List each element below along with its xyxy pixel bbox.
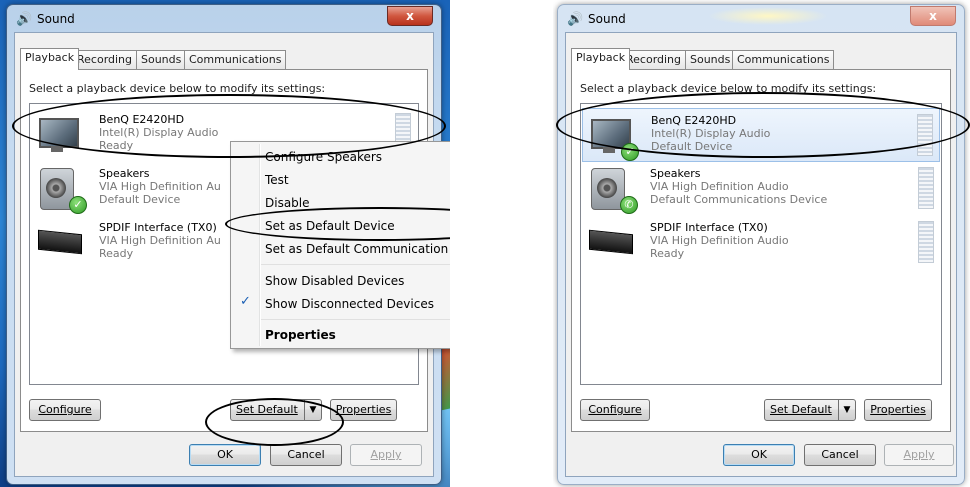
- left-screenshot: 🔊 Sound x Playback Recording Sounds Comm…: [0, 0, 450, 487]
- menu-gutter: [259, 144, 261, 346]
- tab-communications[interactable]: Communications: [732, 50, 835, 69]
- cancel-button[interactable]: Cancel: [270, 444, 342, 466]
- device-name: BenQ E2420HD: [99, 113, 185, 126]
- device-list[interactable]: ✓ BenQ E2420HD Intel(R) Display Audio De…: [580, 103, 942, 385]
- right-screenshot: 🔊 Sound x Playback Recording Sounds Comm…: [553, 0, 970, 487]
- device-status: Default Device: [99, 193, 181, 206]
- set-default-button[interactable]: Set Default ▼: [764, 399, 856, 421]
- device-driver: VIA High Definition Audio: [650, 234, 789, 247]
- default-device-check-icon: ✓: [69, 196, 87, 214]
- communications-phone-icon: ✆: [620, 196, 638, 214]
- apply-label: Apply: [903, 448, 935, 461]
- device-row-benq[interactable]: ✓ BenQ E2420HD Intel(R) Display Audio De…: [582, 108, 940, 162]
- device-driver: Intel(R) Display Audio: [99, 126, 219, 139]
- device-name: SPDIF Interface (TX0): [650, 221, 768, 234]
- device-status: Ready: [650, 247, 685, 260]
- device-driver: VIA High Definition Au: [99, 180, 221, 193]
- checkmark-icon: ✓: [240, 294, 251, 309]
- menu-separator: [261, 264, 450, 265]
- device-driver: VIA High Definition Audio: [650, 180, 789, 193]
- menu-separator: [261, 319, 450, 320]
- device-name: Speakers: [650, 167, 701, 180]
- tab-communications[interactable]: Communications: [184, 50, 287, 69]
- device-name: SPDIF Interface (TX0): [99, 221, 217, 234]
- window-title: Sound: [37, 12, 75, 26]
- dropdown-arrow-icon[interactable]: ▼: [304, 400, 321, 420]
- tab-recording[interactable]: Recording: [72, 50, 138, 69]
- apply-label: Apply: [370, 448, 402, 461]
- menu-item-set-default-device[interactable]: Set as Default Device: [265, 219, 395, 233]
- tab-sounds[interactable]: Sounds: [685, 50, 736, 69]
- dropdown-arrow-icon[interactable]: ▼: [838, 400, 855, 420]
- menu-item-configure-speakers[interactable]: Configure Speakers: [265, 150, 382, 164]
- configure-button[interactable]: Configure: [580, 399, 650, 421]
- monitor-icon: ✓: [588, 113, 639, 161]
- title-bar[interactable]: 🔊 Sound x: [7, 5, 441, 33]
- dialog-client: Playback Recording Sounds Communications…: [565, 32, 957, 477]
- properties-label: Properties: [870, 403, 926, 416]
- window-title: Sound: [588, 12, 626, 26]
- spdif-icon: [587, 220, 633, 264]
- sound-dialog: 🔊 Sound x Playback Recording Sounds Comm…: [557, 4, 965, 485]
- set-default-label: Set Default: [770, 403, 832, 416]
- set-default-label: Set Default: [236, 403, 298, 416]
- device-row-spdif[interactable]: SPDIF Interface (TX0) VIA High Definitio…: [582, 216, 940, 268]
- title-glow: [708, 7, 828, 25]
- menu-item-set-default-communication[interactable]: Set as Default Communication Device: [265, 242, 450, 256]
- speaker-icon: ✓: [36, 166, 87, 214]
- device-status: Default Device: [651, 140, 733, 153]
- device-row-speakers[interactable]: ✆ Speakers VIA High Definition Audio Def…: [582, 162, 940, 214]
- cancel-button[interactable]: Cancel: [804, 444, 876, 466]
- volume-level-meter: [918, 167, 934, 209]
- close-button[interactable]: x: [387, 6, 433, 26]
- properties-button[interactable]: Properties: [330, 399, 397, 421]
- volume-level-meter: [917, 114, 933, 156]
- menu-item-disable[interactable]: Disable: [265, 196, 310, 210]
- configure-button[interactable]: Configure: [29, 399, 101, 421]
- ok-button[interactable]: OK: [189, 444, 261, 466]
- playback-tab-page: Select a playback device below to modify…: [571, 69, 951, 432]
- tab-sounds[interactable]: Sounds: [136, 50, 187, 69]
- instruction-text: Select a playback device below to modify…: [29, 82, 326, 95]
- tab-playback[interactable]: Playback: [571, 48, 631, 70]
- device-context-menu: Configure Speakers Test Disable Set as D…: [230, 141, 450, 349]
- volume-level-meter: [918, 221, 934, 263]
- title-bar[interactable]: 🔊 Sound x: [558, 5, 964, 33]
- monitor-icon: [36, 112, 80, 156]
- properties-button[interactable]: Properties: [864, 399, 932, 421]
- sound-icon: 🔊: [16, 12, 33, 27]
- tab-recording[interactable]: Recording: [621, 50, 687, 69]
- menu-item-show-disabled[interactable]: Show Disabled Devices: [265, 274, 404, 288]
- apply-button[interactable]: Apply: [350, 444, 422, 466]
- device-status: Default Communications Device: [650, 193, 828, 206]
- device-driver: Intel(R) Display Audio: [651, 127, 771, 140]
- configure-label: Configure: [38, 403, 92, 416]
- speaker-icon: ✆: [587, 166, 638, 214]
- apply-button[interactable]: Apply: [884, 444, 954, 466]
- menu-item-test[interactable]: Test: [265, 173, 289, 187]
- set-default-button[interactable]: Set Default ▼: [230, 399, 322, 421]
- sound-icon: 🔊: [567, 12, 584, 27]
- properties-label: Properties: [335, 403, 392, 416]
- device-name: Speakers: [99, 167, 150, 180]
- tab-playback[interactable]: Playback: [20, 48, 80, 70]
- close-button[interactable]: x: [910, 6, 956, 26]
- device-status: Ready: [99, 247, 134, 260]
- device-driver: VIA High Definition Au: [99, 234, 221, 247]
- device-name: BenQ E2420HD: [651, 114, 737, 127]
- default-device-check-icon: ✓: [621, 143, 639, 161]
- menu-item-properties[interactable]: Properties: [265, 328, 336, 342]
- instruction-text: Select a playback device below to modify…: [580, 82, 877, 95]
- menu-item-show-disconnected[interactable]: Show Disconnected Devices: [265, 297, 434, 311]
- ok-button[interactable]: OK: [723, 444, 795, 466]
- device-status: Ready: [99, 139, 134, 152]
- spdif-icon: [36, 220, 82, 264]
- configure-label: Configure: [588, 403, 642, 416]
